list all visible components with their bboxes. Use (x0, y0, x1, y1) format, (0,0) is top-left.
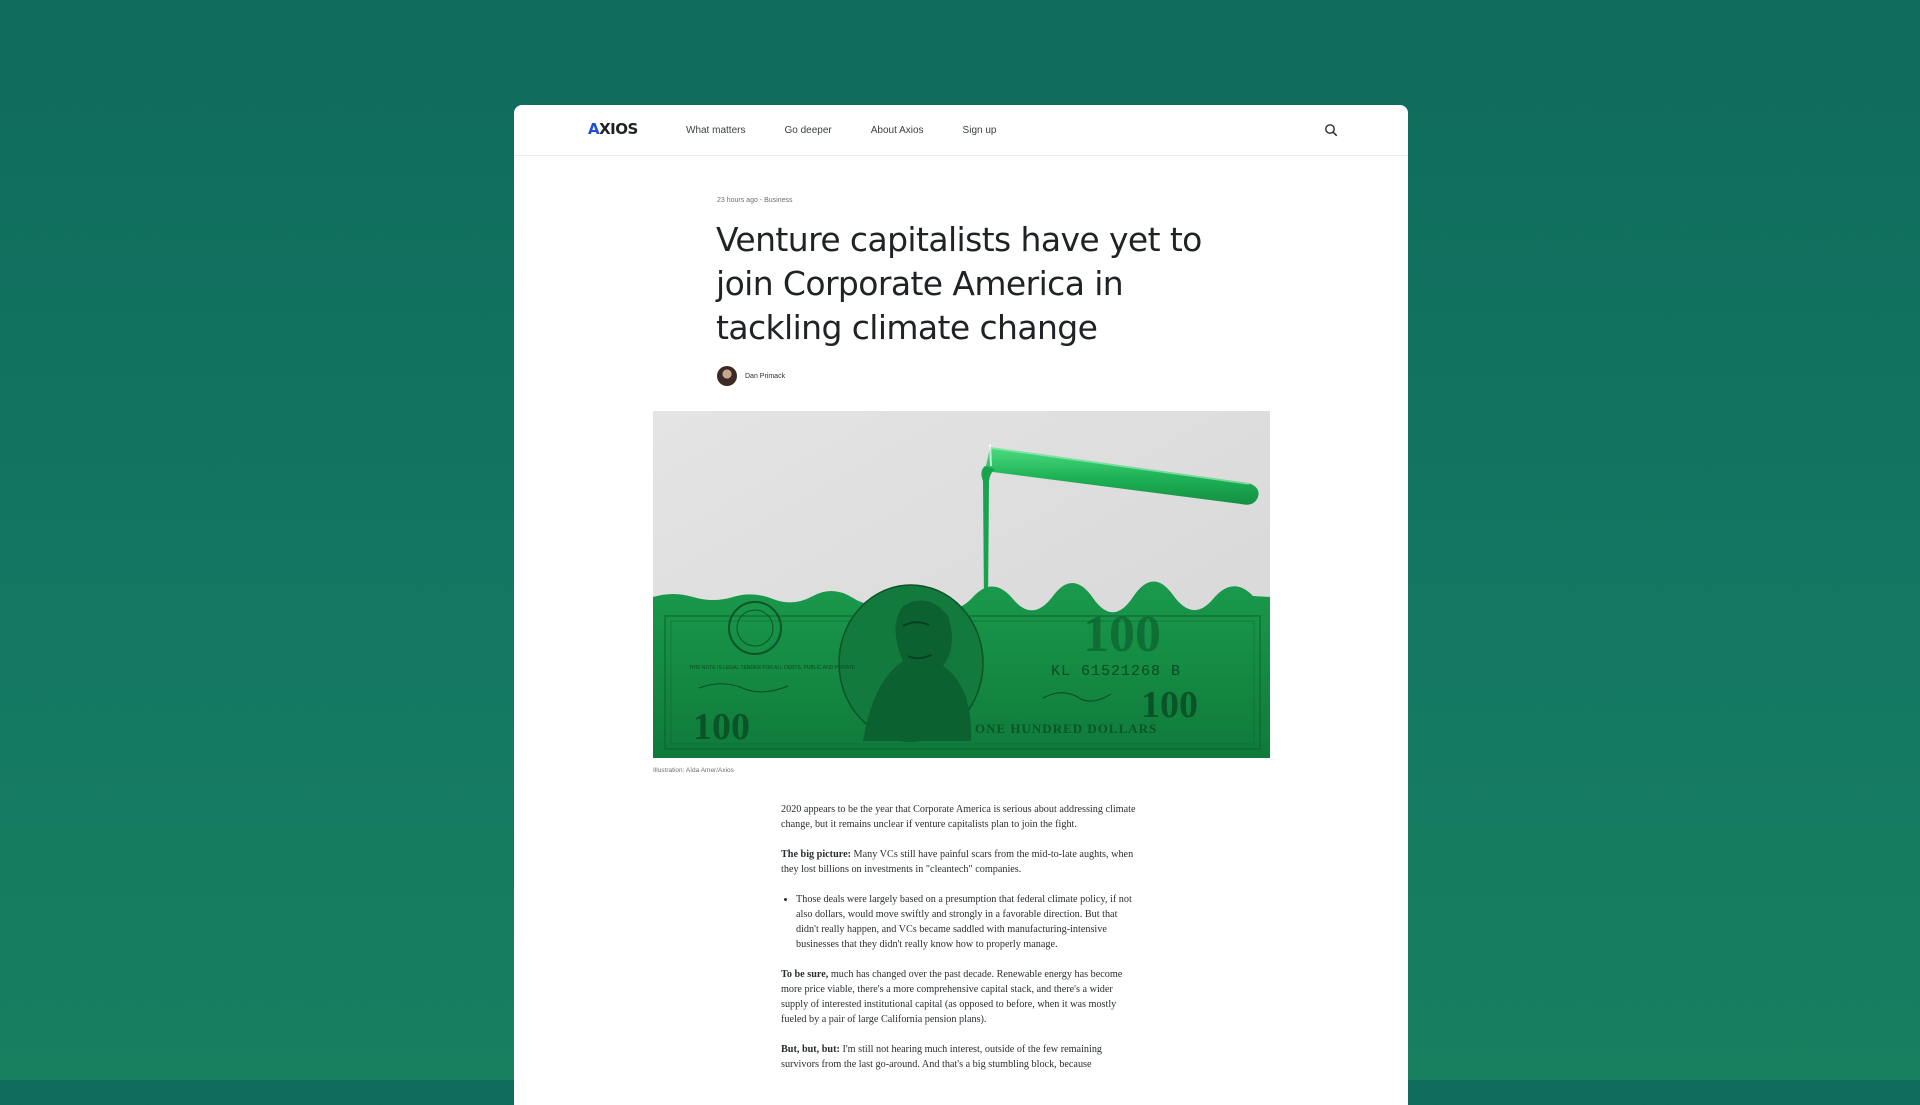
author-name: Dan Primack (745, 372, 786, 380)
bill-numeral-right: 100 (1141, 684, 1198, 726)
nav-link-go-deeper[interactable]: Go deeper (784, 125, 831, 136)
bill-serial: KL 61521268 B (1051, 663, 1181, 680)
money-bill: 100 KL 61521268 B 100 100 ONE HUNDRED DO… (653, 581, 1270, 758)
bullet-list: Those deals were largely based on a pres… (781, 892, 1141, 952)
bullet-item: Those deals were largely based on a pres… (796, 892, 1141, 952)
paragraph-big-picture: The big picture: Many VCs still have pai… (781, 847, 1141, 877)
article-window: AXIOS What matters Go deeper About Axios… (514, 105, 1408, 1105)
bill-banner: ONE HUNDRED DOLLARS (975, 721, 1157, 736)
paragraph-intro: 2020 appears to be the year that Corpora… (781, 804, 1136, 830)
bill-numeral-left: 100 (693, 706, 750, 748)
paragraph-but: But, but, but: I'm still not hearing muc… (781, 1042, 1141, 1072)
nav-links: What matters Go deeper About Axios Sign … (686, 105, 1035, 155)
image-caption: Illustration: Aïda Amer/Axios (653, 767, 734, 774)
axios-logo[interactable]: AXIOS (588, 120, 638, 138)
bill-numeral-top: 100 (1083, 606, 1161, 663)
article-meta: 23 hours ago - Business (717, 197, 793, 204)
nav-link-about-axios[interactable]: About Axios (871, 125, 924, 136)
top-navigation: AXIOS What matters Go deeper About Axios… (514, 105, 1408, 156)
byline[interactable]: Dan Primack (717, 366, 785, 386)
logo-slash: A (588, 120, 600, 138)
lead-to-be-sure: To be sure, (781, 969, 829, 980)
article-body: 2020 appears to be the year that Corpora… (781, 802, 1141, 1087)
paragraph-to-be-sure-text: much has changed over the past decade. R… (781, 969, 1123, 1025)
bill-legal-text: THIS NOTE IS LEGAL TENDER FOR ALL DEBTS,… (689, 665, 856, 671)
nav-link-sign-up[interactable]: Sign up (963, 125, 997, 136)
lead-but: But, but, but: (781, 1044, 840, 1055)
lead-big-picture: The big picture: (781, 849, 851, 860)
article-headline: Venture capitalists have yet to join Cor… (716, 220, 1202, 347)
nav-link-what-matters[interactable]: What matters (686, 125, 745, 136)
hero-illustration: 100 KL 61521268 B 100 100 ONE HUNDRED DO… (653, 411, 1270, 758)
logo-text: AXIOS (588, 120, 638, 138)
search-icon[interactable] (1324, 123, 1338, 137)
paragraph-to-be-sure: To be sure, much has changed over the pa… (781, 967, 1141, 1027)
author-avatar (717, 366, 737, 386)
